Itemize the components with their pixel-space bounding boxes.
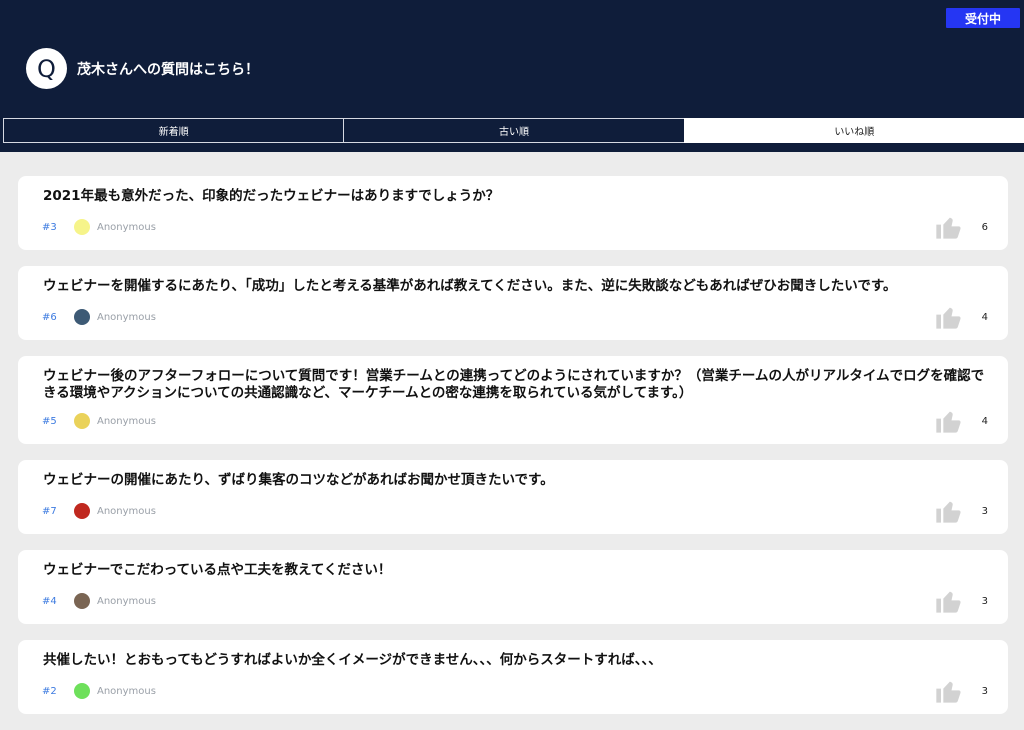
question-text: 2021年最も意外だった、印象的だったウェビナーはありますでしょうか？ xyxy=(43,188,500,204)
author-name: Anonymous xyxy=(97,685,156,697)
author-avatar xyxy=(74,593,90,609)
question-card: 共催したい！とおもってもどうすればよいか全くイメージができません、、、何からスタ… xyxy=(18,640,1008,714)
question-text: ウェビナー後のアフターフォローについて質問です！営業チームとの連携ってどのように… xyxy=(43,368,985,401)
author-name: Anonymous xyxy=(97,311,156,323)
question-number: #5 xyxy=(42,415,57,427)
question-text: ウェビナーでこだわっている点や工夫を教えてください！ xyxy=(43,562,392,578)
question-meta: #2 Anonymous xyxy=(42,681,156,701)
like-count: 6 xyxy=(981,222,988,233)
question-number: #3 xyxy=(42,221,57,233)
question-number: #4 xyxy=(42,595,57,607)
author-name: Anonymous xyxy=(97,505,156,517)
question-meta: #3 Anonymous xyxy=(42,217,156,237)
page-title: 茂木さんへの質問はこちら！ xyxy=(77,62,259,78)
thumbs-up-icon[interactable] xyxy=(934,497,962,525)
question-avatar: Q xyxy=(26,48,67,89)
tab-oldest[interactable]: 古い順 xyxy=(343,118,685,143)
question-card: ウェビナー後のアフターフォローについて質問です！営業チームとの連携ってどのように… xyxy=(18,356,1008,444)
like-count: 4 xyxy=(981,312,988,323)
author-name: Anonymous xyxy=(97,595,156,607)
author-avatar xyxy=(74,503,90,519)
question-meta: #6 Anonymous xyxy=(42,307,156,327)
author-avatar xyxy=(74,683,90,699)
author-avatar xyxy=(74,309,90,325)
question-text: ウェビナーの開催にあたり、ずばり集客のコツなどがあればお聞かせ頂きたいです。 xyxy=(43,472,554,488)
sort-tabs: 新着順 古い順 いいね順 xyxy=(3,118,1024,143)
thumbs-up-icon[interactable] xyxy=(934,677,962,705)
question-text: 共催したい！とおもってもどうすればよいか全くイメージができません、、、何からスタ… xyxy=(43,652,662,668)
author-avatar xyxy=(74,219,90,235)
question-number: #7 xyxy=(42,505,57,517)
thumbs-up-icon[interactable] xyxy=(934,587,962,615)
question-meta: #7 Anonymous xyxy=(42,501,156,521)
author-name: Anonymous xyxy=(97,415,156,427)
status-badge: 受付中 xyxy=(946,8,1020,28)
question-list: 2021年最も意外だった、印象的だったウェビナーはありますでしょうか？ #3 A… xyxy=(18,176,1008,730)
tab-newest[interactable]: 新着順 xyxy=(3,118,345,143)
author-name: Anonymous xyxy=(97,221,156,233)
question-card: ウェビナーでこだわっている点や工夫を教えてください！ #4 Anonymous … xyxy=(18,550,1008,624)
like-count: 3 xyxy=(981,506,988,517)
question-card: ウェビナーの開催にあたり、ずばり集客のコツなどがあればお聞かせ頂きたいです。 #… xyxy=(18,460,1008,534)
thumbs-up-icon[interactable] xyxy=(934,303,962,331)
like-count: 4 xyxy=(981,416,988,427)
header: 受付中 Q 茂木さんへの質問はこちら！ 新着順 古い順 いいね順 xyxy=(0,0,1024,152)
question-number: #2 xyxy=(42,685,57,697)
question-card: ウェビナーを開催するにあたり、「成功」したと考える基準があれば教えてください。ま… xyxy=(18,266,1008,340)
thumbs-up-icon[interactable] xyxy=(934,407,962,435)
like-count: 3 xyxy=(981,686,988,697)
question-text: ウェビナーを開催するにあたり、「成功」したと考える基準があれば教えてください。ま… xyxy=(43,278,897,294)
question-number: #6 xyxy=(42,311,57,323)
question-meta: #4 Anonymous xyxy=(42,591,156,611)
author-avatar xyxy=(74,413,90,429)
question-meta: #5 Anonymous xyxy=(42,411,156,431)
like-count: 3 xyxy=(981,596,988,607)
tab-most-liked[interactable]: いいね順 xyxy=(683,118,1024,143)
question-card: 2021年最も意外だった、印象的だったウェビナーはありますでしょうか？ #3 A… xyxy=(18,176,1008,250)
thumbs-up-icon[interactable] xyxy=(934,213,962,241)
